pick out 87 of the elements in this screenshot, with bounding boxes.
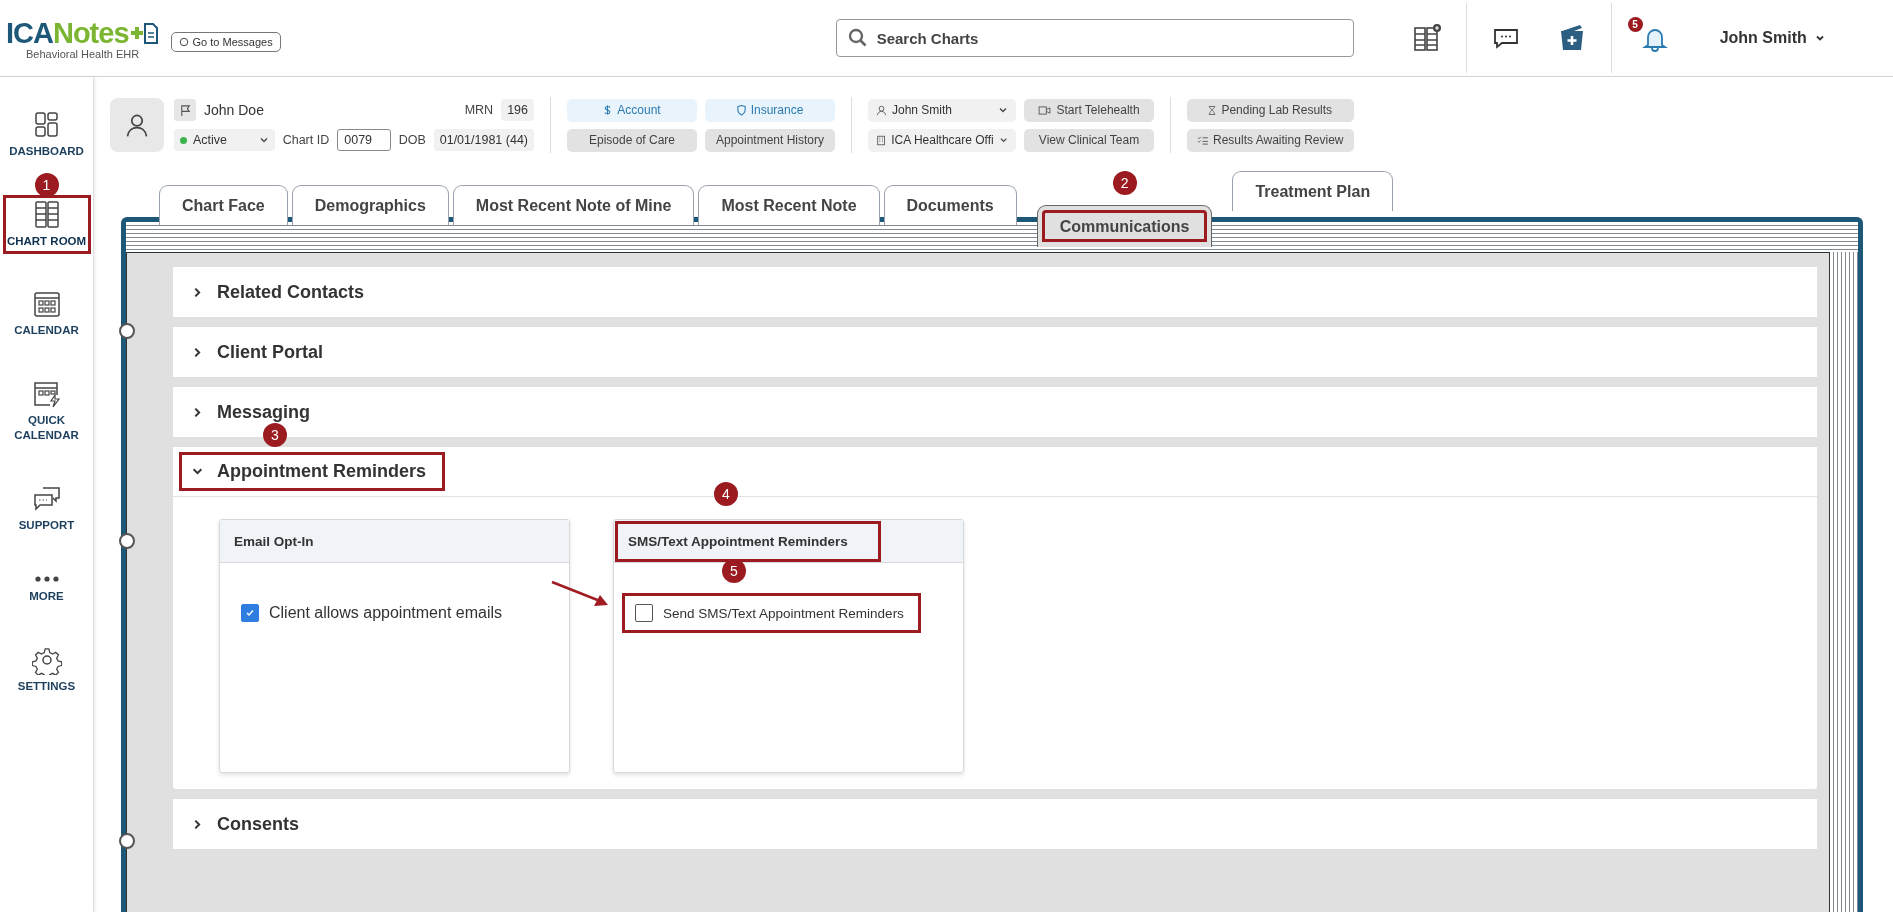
video-camera-icon — [1038, 105, 1052, 115]
checklist-icon — [1197, 135, 1208, 145]
checkbox[interactable] — [635, 604, 653, 622]
logo-tagline: Behavioral Health EHR — [26, 47, 140, 60]
plus-document-icon — [128, 21, 159, 45]
status-dropdown[interactable]: Active — [174, 129, 275, 151]
tab[interactable]: Demographics — [291, 185, 449, 225]
chevron-right-icon — [192, 286, 203, 298]
search-icon — [847, 28, 868, 48]
patient-name: John Doe — [204, 102, 264, 118]
chevron-right-icon — [192, 346, 203, 358]
mrn-label: MRN — [464, 103, 494, 117]
chart-id-label: Chart ID — [282, 133, 330, 147]
building-icon — [876, 134, 887, 146]
section-header[interactable]: Consents — [173, 799, 1817, 849]
chevron-down-icon — [998, 135, 1008, 145]
person-icon — [876, 104, 887, 116]
tab[interactable]: Most Recent Note — [698, 185, 880, 225]
sidebar-item[interactable]: CHART ROOM — [2, 194, 91, 255]
section-header[interactable]: Related Contacts — [173, 267, 1817, 317]
shield-icon — [736, 104, 746, 116]
tab[interactable]: Most Recent Note of Mine — [452, 185, 695, 225]
file-cabinet-icon[interactable] — [1411, 23, 1442, 53]
chevron-right-icon — [192, 818, 203, 830]
check-icon — [244, 607, 256, 619]
chart-id-field[interactable]: 0079 — [337, 129, 391, 151]
person-icon — [124, 112, 150, 138]
checkbox-option[interactable]: Send SMS/Text Appointment Reminders — [622, 593, 921, 633]
step-number: 4 — [714, 482, 738, 506]
logo-text: ICA — [6, 16, 53, 50]
action-button[interactable]: Appointment History — [705, 128, 835, 152]
section-title: Appointment Reminders — [217, 461, 426, 482]
section-title: Messaging — [217, 401, 311, 423]
sidebar-item[interactable]: SETTINGS — [2, 639, 91, 700]
card-title: SMS/Text Appointment Reminders — [615, 520, 881, 562]
provider-dropdown[interactable]: John Smith — [868, 98, 1016, 122]
binder-ring-icon — [119, 833, 135, 849]
flag-button[interactable] — [174, 99, 196, 121]
step-number: 1 — [34, 172, 59, 197]
step-number: 2 — [1112, 171, 1137, 195]
section-title: Related Contacts — [217, 281, 365, 303]
pending-lab-button[interactable]: Pending Lab Results — [1187, 98, 1354, 122]
chevron-down-icon — [192, 466, 203, 477]
action-button[interactable]: Episode of Care — [567, 128, 697, 152]
location-dropdown[interactable]: ICA Healthcare Offi — [868, 128, 1016, 152]
go-to-messages-button[interactable]: Go to Messages — [170, 32, 281, 52]
section-title: Consents — [217, 813, 299, 835]
step-number: 3 — [263, 423, 287, 447]
tab[interactable]: Treatment Plan — [1232, 171, 1394, 211]
user-menu[interactable]: John Smith — [1713, 28, 1831, 48]
sidebar-item[interactable]: DASHBOARD — [2, 105, 91, 165]
chevron-down-icon — [258, 135, 269, 145]
flag-icon — [178, 103, 192, 117]
chevron-down-icon — [1814, 33, 1825, 43]
checkbox[interactable] — [241, 604, 259, 622]
telehealth-button[interactable]: Start Telehealth — [1024, 98, 1154, 122]
logo[interactable]: ICANotes Behavioral Health EHR — [6, 16, 159, 60]
binder-ring-icon — [119, 533, 135, 549]
sidebar-item[interactable]: MORE — [2, 568, 91, 610]
chevron-down-icon — [998, 105, 1008, 115]
dob-label: DOB — [398, 133, 426, 147]
section-title: Client Portal — [217, 341, 323, 363]
status-dot-icon — [180, 136, 187, 144]
insurance-button[interactable]: Insurance — [705, 98, 835, 122]
clinical-team-button[interactable]: View Clinical Team — [1024, 128, 1154, 152]
hourglass-icon — [1208, 104, 1217, 116]
account-button[interactable]: Account — [567, 98, 697, 122]
mrn-value: 196 — [501, 99, 534, 121]
search-field[interactable]: Search Charts — [835, 19, 1354, 57]
sidebar-item[interactable]: QUICK CALENDAR — [2, 373, 91, 449]
step-number: 5 — [722, 559, 746, 583]
tab[interactable]: Chart Face — [159, 185, 288, 225]
sidebar-item[interactable]: SUPPORT — [2, 478, 91, 539]
chevron-right-icon — [192, 406, 203, 418]
logo-text: Notes — [52, 16, 129, 50]
binder-ring-icon — [119, 323, 135, 339]
section-header[interactable]: Client Portal — [173, 327, 1817, 377]
tab[interactable]: Communications — [1036, 205, 1213, 247]
tab[interactable]: Documents — [883, 185, 1017, 225]
dollar-icon — [603, 104, 613, 116]
card-title: Email Opt-In — [233, 532, 315, 551]
notification-badge: 5 — [1627, 17, 1643, 32]
calendar-icon — [31, 289, 62, 320]
dob-value: 01/01/1981 (44) — [433, 129, 534, 151]
checkbox-option[interactable]: Client allows appointment emails — [228, 593, 519, 633]
sidebar-item[interactable]: CALENDAR — [2, 284, 91, 344]
results-review-button[interactable]: Results Awaiting Review — [1187, 128, 1354, 152]
